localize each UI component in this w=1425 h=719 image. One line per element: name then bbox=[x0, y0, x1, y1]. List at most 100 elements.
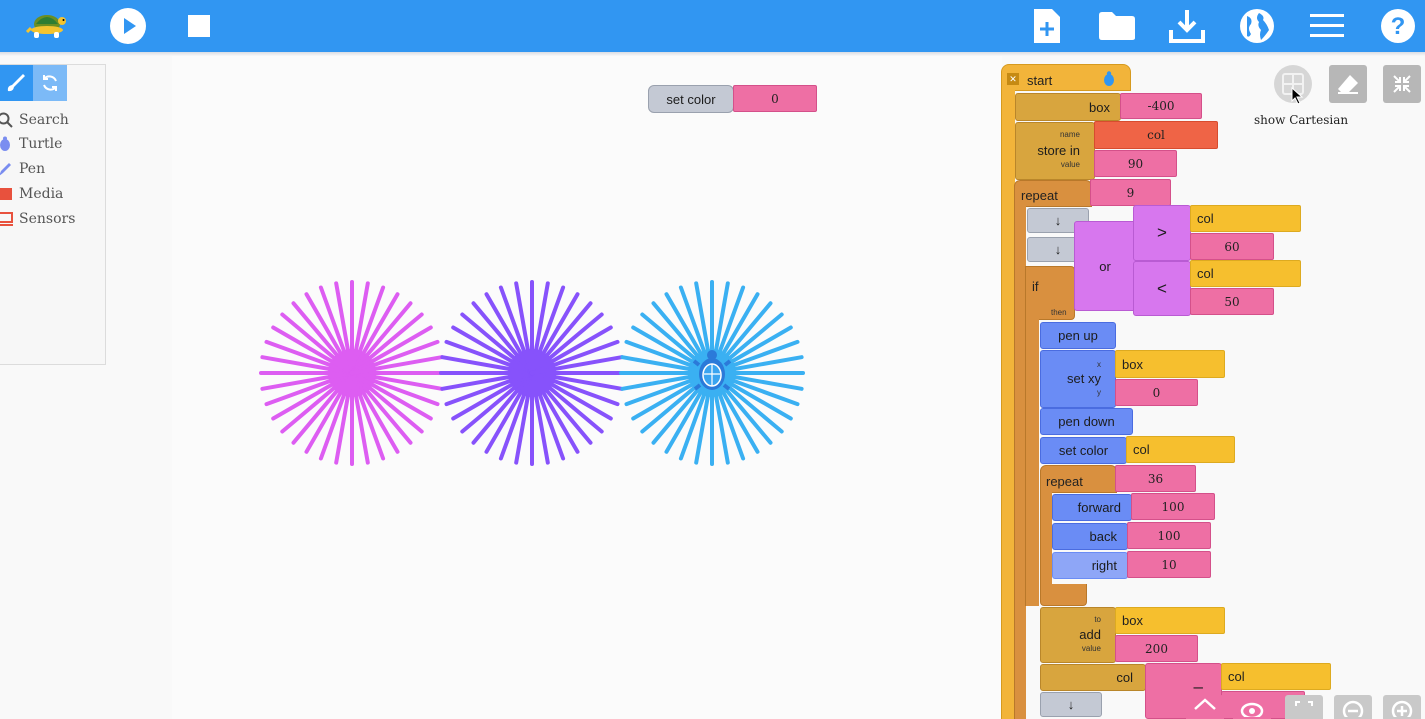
greater-than-block[interactable]: > bbox=[1133, 205, 1191, 261]
expand-icon bbox=[1295, 701, 1313, 706]
down-arrow-icon: ↓ bbox=[1067, 697, 1075, 712]
set-xy-y-value[interactable]: 0 bbox=[1115, 379, 1198, 406]
add-value-tag: value bbox=[1081, 644, 1101, 653]
add-block[interactable]: to add value bbox=[1040, 607, 1116, 663]
store-name-value[interactable]: col bbox=[1094, 121, 1218, 149]
set-color-label: set color bbox=[666, 91, 716, 107]
start-block[interactable]: ✕ start bbox=[1001, 64, 1131, 91]
if-label: if bbox=[1032, 279, 1039, 294]
back-value[interactable]: 100 bbox=[1127, 522, 1211, 549]
arrow-block-3[interactable]: ↓ bbox=[1040, 692, 1102, 717]
download-icon[interactable] bbox=[1165, 4, 1209, 48]
stop-button[interactable] bbox=[177, 4, 221, 48]
top-toolbar: ? bbox=[0, 0, 1425, 52]
help-icon[interactable]: ? bbox=[1376, 4, 1420, 48]
menu-icon[interactable] bbox=[1305, 4, 1349, 48]
pen-up-block[interactable]: pen up bbox=[1040, 322, 1116, 349]
clear-button[interactable] bbox=[1329, 65, 1367, 103]
y-tag: y bbox=[1097, 388, 1101, 397]
add-value-value[interactable]: 200 bbox=[1115, 635, 1198, 662]
box-block[interactable]: box bbox=[1015, 93, 1121, 121]
down-arrow-icon: ↓ bbox=[1054, 213, 1062, 228]
collapse-icon[interactable]: ✕ bbox=[1007, 73, 1019, 85]
palette-item-search-label: Search bbox=[19, 112, 69, 128]
palette-item-pen[interactable]: Pen bbox=[0, 159, 45, 179]
palette-item-turtle-label: Turtle bbox=[19, 136, 63, 152]
new-file-icon[interactable] bbox=[1025, 4, 1069, 48]
set-color-block[interactable]: set color bbox=[648, 85, 734, 113]
search-icon bbox=[0, 112, 13, 128]
if-block[interactable]: if then bbox=[1025, 266, 1075, 320]
svg-text:?: ? bbox=[1391, 13, 1406, 40]
zoom-out-button[interactable] bbox=[1334, 695, 1372, 719]
repeat-inner-label: repeat bbox=[1046, 474, 1083, 489]
eraser-icon bbox=[1338, 75, 1358, 94]
language-globe-icon[interactable] bbox=[1235, 4, 1279, 48]
pen-up-label: pen up bbox=[1058, 328, 1098, 343]
if-block-spine bbox=[1025, 319, 1039, 606]
set-color-program-block[interactable]: set color bbox=[1040, 437, 1127, 464]
gt-right-value[interactable]: 60 bbox=[1190, 233, 1274, 260]
store-value-value[interactable]: 90 bbox=[1094, 150, 1177, 177]
box-value[interactable]: -400 bbox=[1120, 93, 1202, 119]
show-cartesian-tooltip: show Cartesian bbox=[1254, 113, 1349, 127]
repeat-inner-value[interactable]: 36 bbox=[1115, 465, 1196, 492]
store-in-block[interactable]: name store in value bbox=[1015, 122, 1095, 180]
turtle-logo-icon[interactable] bbox=[25, 4, 69, 48]
turtle-blocks-app: ? Search Turtle Pen Media Sensors set co… bbox=[0, 0, 1425, 719]
paintbrush-icon bbox=[7, 74, 26, 92]
palette-item-sensors[interactable]: Sensors bbox=[0, 209, 75, 229]
palette-item-search[interactable]: Search bbox=[0, 110, 69, 130]
home-button[interactable] bbox=[1186, 695, 1224, 719]
set-xy-block[interactable]: x set xy y bbox=[1040, 350, 1116, 408]
zoom-in-button[interactable] bbox=[1383, 695, 1421, 719]
minus-left-value[interactable]: col bbox=[1221, 663, 1331, 690]
or-block[interactable]: or bbox=[1074, 221, 1136, 311]
repeat-outer-block[interactable]: repeat bbox=[1014, 180, 1092, 207]
less-than-block[interactable]: < bbox=[1133, 261, 1191, 316]
collapse-button[interactable] bbox=[1383, 65, 1421, 103]
right-value[interactable]: 10 bbox=[1127, 551, 1211, 578]
col-label: col bbox=[1116, 670, 1133, 685]
palette-item-pen-label: Pen bbox=[19, 161, 46, 177]
col-block[interactable]: col bbox=[1040, 664, 1146, 691]
zoom-out-icon bbox=[1342, 700, 1364, 717]
zoom-in-icon bbox=[1391, 700, 1413, 717]
or-label: or bbox=[1099, 258, 1111, 274]
palette-item-turtle[interactable]: Turtle bbox=[0, 134, 62, 154]
to-tag: to bbox=[1094, 615, 1101, 624]
media-icon bbox=[0, 186, 13, 202]
set-color-value[interactable]: 0 bbox=[733, 85, 817, 112]
pen-down-block[interactable]: pen down bbox=[1040, 408, 1133, 435]
sensors-icon bbox=[0, 211, 13, 227]
right-block[interactable]: right bbox=[1052, 552, 1128, 579]
play-button[interactable] bbox=[106, 4, 150, 48]
palette-item-media[interactable]: Media bbox=[0, 184, 63, 204]
right-label: right bbox=[1091, 558, 1117, 573]
repeat-outer-value[interactable]: 9 bbox=[1090, 179, 1171, 206]
lt-right-value[interactable]: 50 bbox=[1190, 288, 1274, 315]
start-block-spine bbox=[1001, 90, 1015, 719]
palette-item-media-label: Media bbox=[19, 186, 64, 202]
add-to-value[interactable]: box bbox=[1115, 607, 1225, 634]
repeat-inner-foot bbox=[1040, 584, 1087, 606]
forward-label: forward bbox=[1077, 500, 1121, 515]
lt-left-value[interactable]: col bbox=[1190, 260, 1301, 287]
open-folder-icon[interactable] bbox=[1095, 4, 1139, 48]
set-color-program-value[interactable]: col bbox=[1126, 436, 1235, 463]
back-block[interactable]: back bbox=[1052, 523, 1128, 550]
expand-button[interactable] bbox=[1285, 695, 1323, 719]
forward-block[interactable]: forward bbox=[1052, 494, 1132, 521]
set-xy-x-value[interactable]: box bbox=[1115, 350, 1225, 378]
then-label: then bbox=[1051, 308, 1067, 317]
repeat-outer-label: repeat bbox=[1021, 188, 1058, 203]
palette-tab-refresh[interactable] bbox=[33, 65, 67, 101]
gt-left-value[interactable]: col bbox=[1190, 205, 1301, 232]
x-tag: x bbox=[1097, 360, 1101, 369]
hide-blocks-button[interactable] bbox=[1233, 695, 1271, 719]
repeat-inner-block[interactable]: repeat bbox=[1040, 465, 1117, 493]
box-label: box bbox=[1089, 99, 1110, 115]
forward-value[interactable]: 100 bbox=[1131, 493, 1215, 520]
palette-tab-blocks[interactable] bbox=[0, 65, 33, 101]
down-arrow-icon: ↓ bbox=[1054, 242, 1062, 257]
